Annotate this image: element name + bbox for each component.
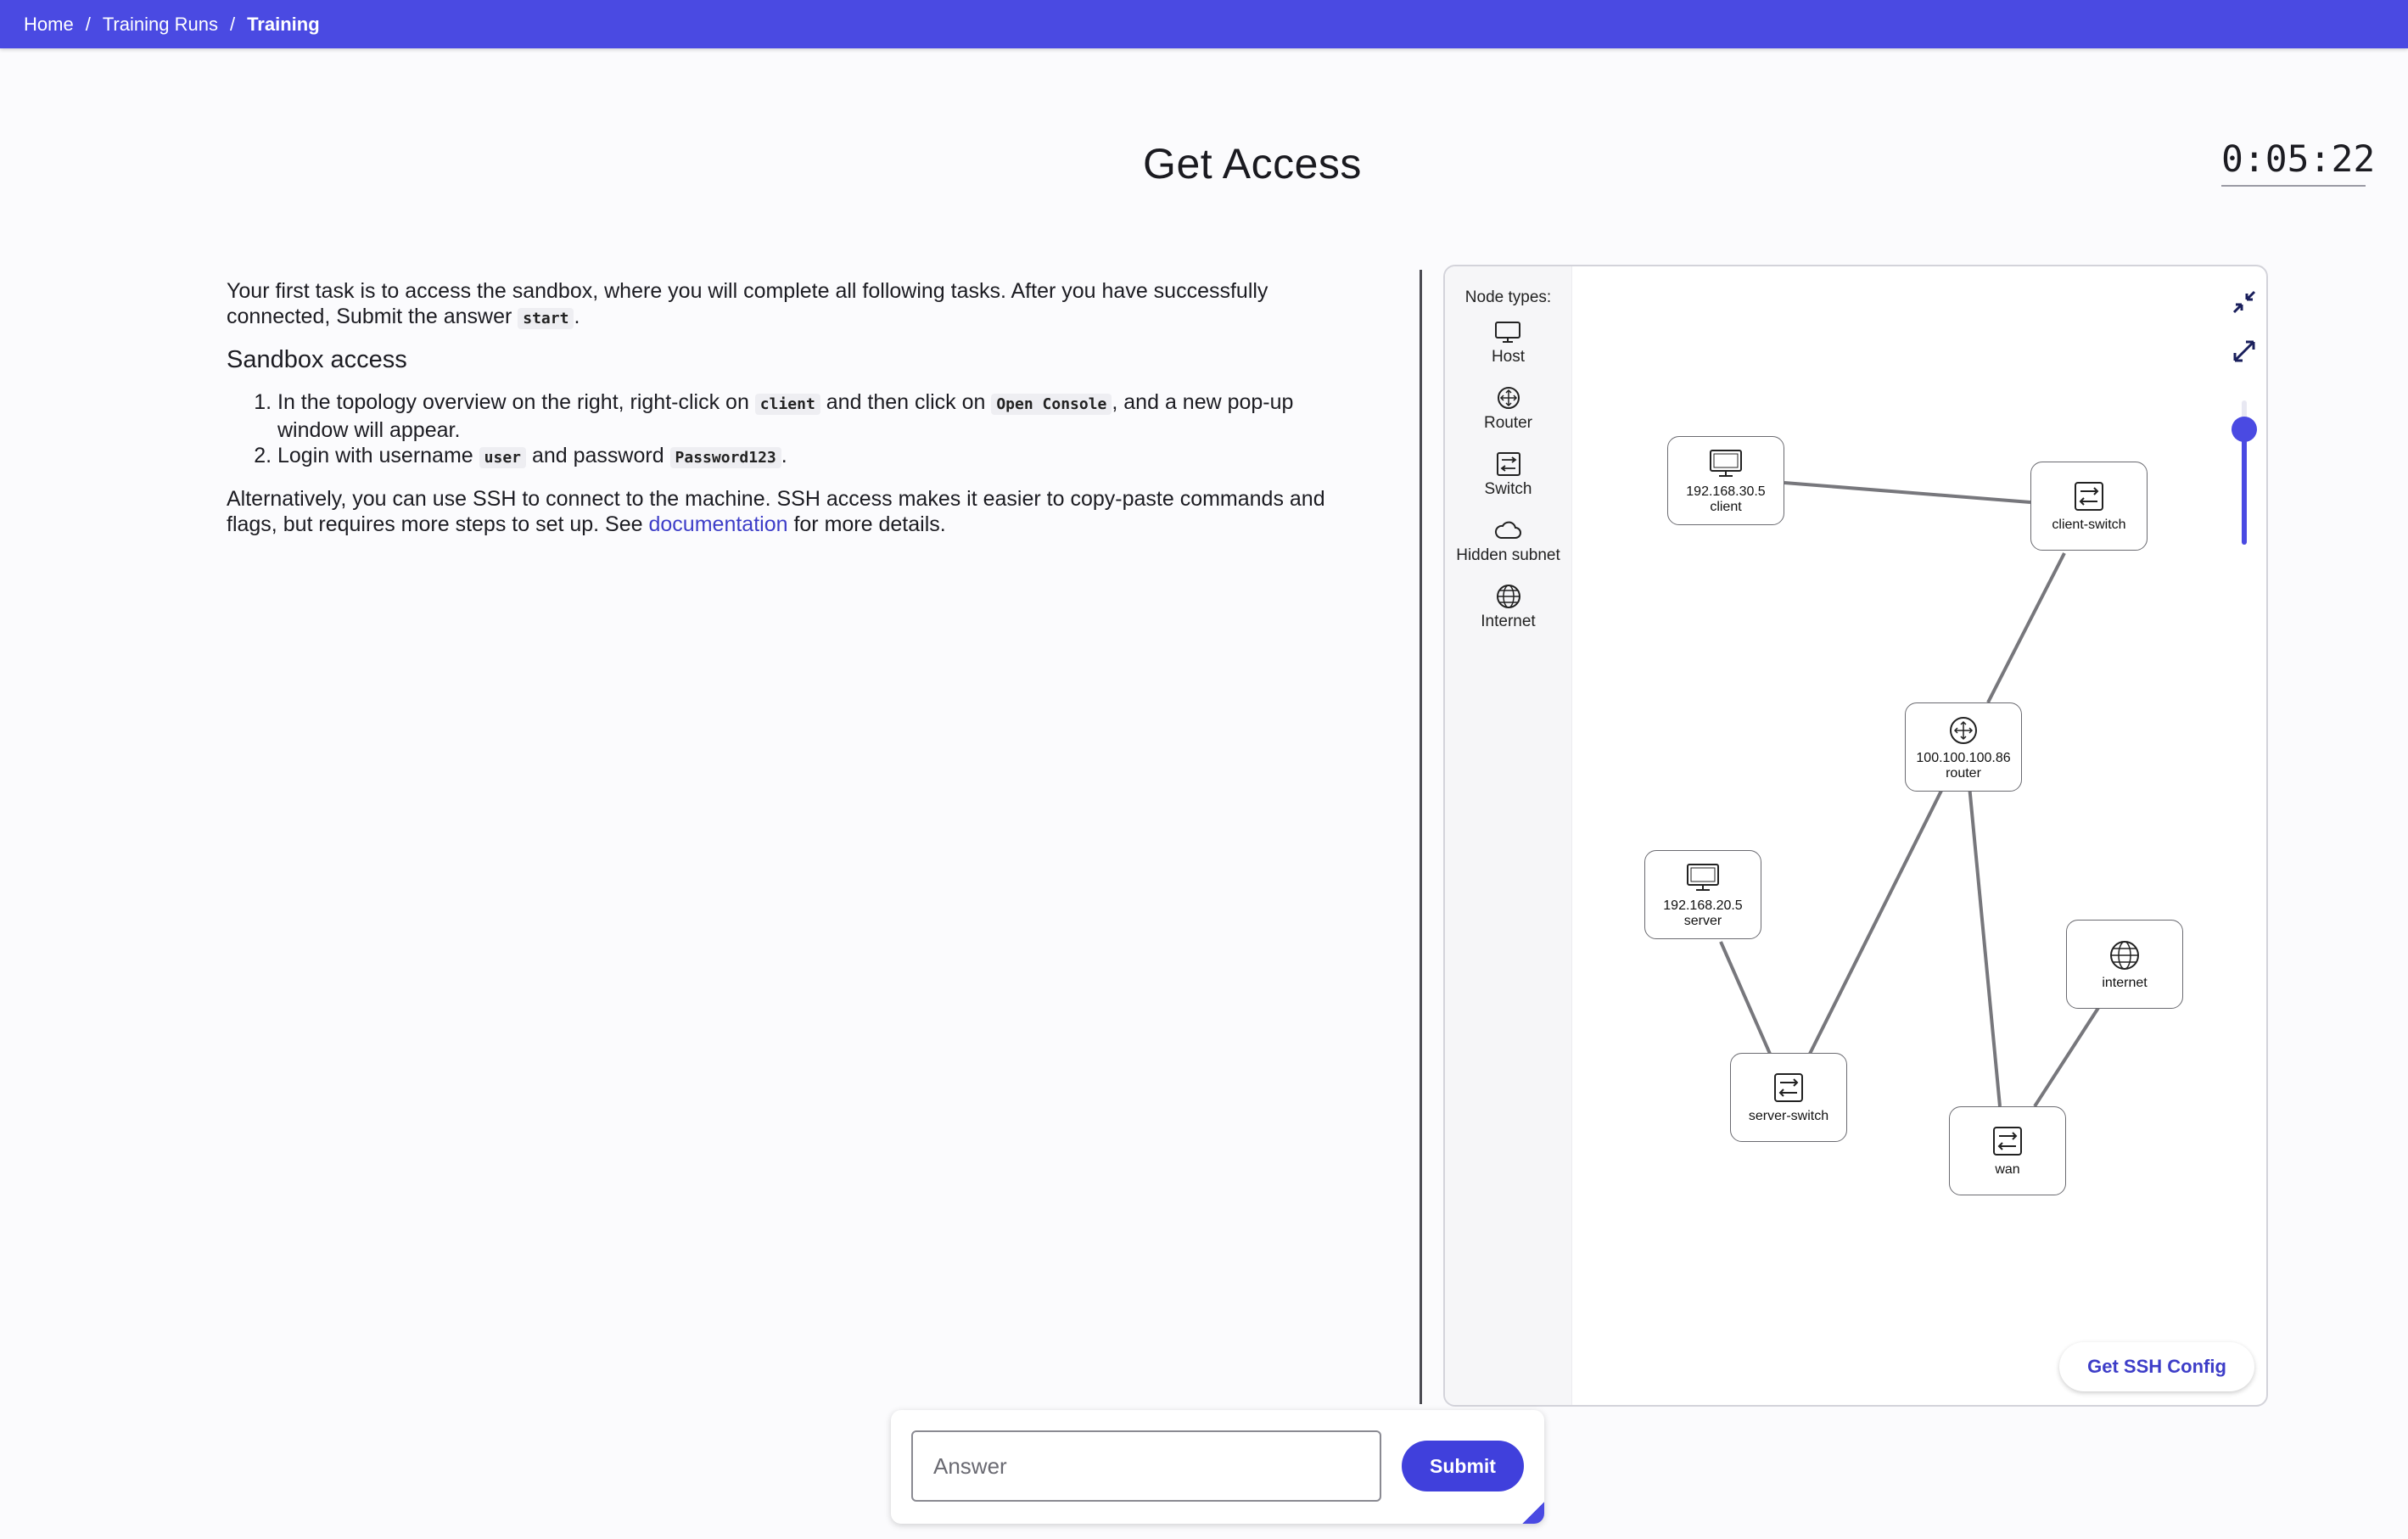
legend-hidden-subnet: Hidden subnet [1456,516,1560,565]
legend-label: Hidden subnet [1456,546,1560,564]
intro-paragraph: Your first task is to access the sandbox… [227,278,1364,332]
collapse-arrows-icon [2232,290,2256,314]
collapse-button[interactable] [2227,285,2261,319]
legend-label: Internet [1481,613,1536,630]
node-ip: 192.168.30.5 [1686,484,1766,499]
steps-list: In the topology overview on the right, r… [277,389,1364,471]
link-internet-wan [2033,1006,2100,1108]
link-clientswitch-router [1986,552,2066,703]
legend-label: Router [1483,414,1533,432]
intro-text-end: . [574,305,580,328]
resize-handle[interactable] [1522,1502,1544,1524]
alt-text-end: for more details. [787,512,946,536]
node-server-switch[interactable]: server-switch [1730,1053,1847,1142]
node-ip: 192.168.20.5 [1663,898,1743,913]
step-text: . [781,444,787,467]
node-router[interactable]: 100.100.100.86 router [1905,702,2022,792]
task-instructions: Your first task is to access the sandbox… [227,278,1364,552]
page-title: Get Access [1143,140,1362,187]
timer: 0:05:22 [2221,137,2375,187]
monitor-icon [1495,322,1521,343]
link-router-wan [1968,785,2002,1107]
link-server-serverswitch [1719,941,1772,1055]
node-server[interactable]: 192.168.20.5 server [1644,850,1761,939]
link-client-clientswitch [1784,481,2031,504]
globe-icon [2110,940,2139,970]
legend-label: Host [1491,348,1526,366]
globe-icon [1496,585,1520,608]
router-icon [1950,716,1977,744]
documentation-link[interactable]: documentation [649,512,788,536]
answer-code: start [518,308,574,329]
node-types-legend: Node types: Host Router Switch Hidden su… [1445,266,1572,1405]
legend-switch: Switch [1485,450,1532,499]
step-text: and then click on [820,390,992,414]
expand-arrows-icon [2233,340,2255,362]
expand-button[interactable] [2227,334,2261,368]
get-ssh-config-button[interactable]: Get SSH Config [2059,1342,2254,1391]
switch-icon [1496,452,1520,476]
legend-host: Host [1492,317,1525,367]
cloud-icon [1495,521,1522,539]
answer-panel: Submit [891,1410,1544,1524]
node-client-switch[interactable]: client-switch [2030,462,2148,551]
switch-icon [1993,1126,2022,1156]
breadcrumb-training-runs[interactable]: Training Runs [103,14,218,36]
node-name: wan [1995,1161,2020,1177]
link-router-serverswitch [1808,785,1946,1055]
username-code: user [479,447,526,468]
client-code: client [754,394,820,415]
node-name: server [1683,913,1722,928]
legend-title: Node types: [1464,288,1552,306]
node-name: client [1710,499,1742,514]
legend-internet: Internet [1481,582,1536,631]
panel-divider[interactable] [1420,270,1422,1404]
node-name: client-switch [2052,517,2126,532]
alt-paragraph: Alternatively, you can use SSH to connec… [227,486,1364,537]
node-internet[interactable]: internet [2066,920,2183,1009]
zoom-slider-thumb[interactable] [2232,417,2257,442]
step-text: and password [526,444,670,467]
zoom-slider-fill [2242,429,2247,545]
open-console-code: Open Console [991,394,1112,415]
legend-label: Switch [1484,480,1532,498]
node-name: internet [2102,975,2148,990]
page-title-wrapper: Get Access [933,139,1571,188]
answer-input[interactable] [911,1430,1381,1502]
node-wan[interactable]: wan [1949,1106,2066,1195]
step-text: In the topology overview on the right, r… [277,390,755,414]
router-icon [1497,387,1520,409]
node-ip: 100.100.100.86 [1916,750,2011,765]
breadcrumb-training: Training [247,13,320,35]
intro-text: Your first task is to access the sandbox… [227,279,1268,328]
topology-panel: Node types: Host Router Switch Hidden su… [1443,265,2268,1407]
breadcrumb-separator: / [85,13,91,35]
password-code: Password123 [669,447,781,468]
step-item: Login with username user and password Pa… [277,443,1364,471]
node-client[interactable]: 192.168.30.5 client [1667,436,1784,525]
switch-icon [2075,481,2103,511]
legend-router: Router [1484,383,1532,433]
breadcrumb: Home / Training Runs / Training [0,0,2408,48]
node-name: server-switch [1748,1108,1829,1123]
switch-icon [1774,1072,1803,1102]
node-name: router [1946,765,1981,781]
breadcrumb-home[interactable]: Home [24,14,74,36]
breadcrumb-separator: / [229,13,236,35]
section-heading: Sandbox access [227,346,407,373]
monitor-icon [1687,863,1719,891]
step-item: In the topology overview on the right, r… [277,389,1364,443]
step-text: Login with username [277,444,479,467]
submit-button[interactable]: Submit [1402,1441,1524,1491]
monitor-icon [1710,449,1742,477]
